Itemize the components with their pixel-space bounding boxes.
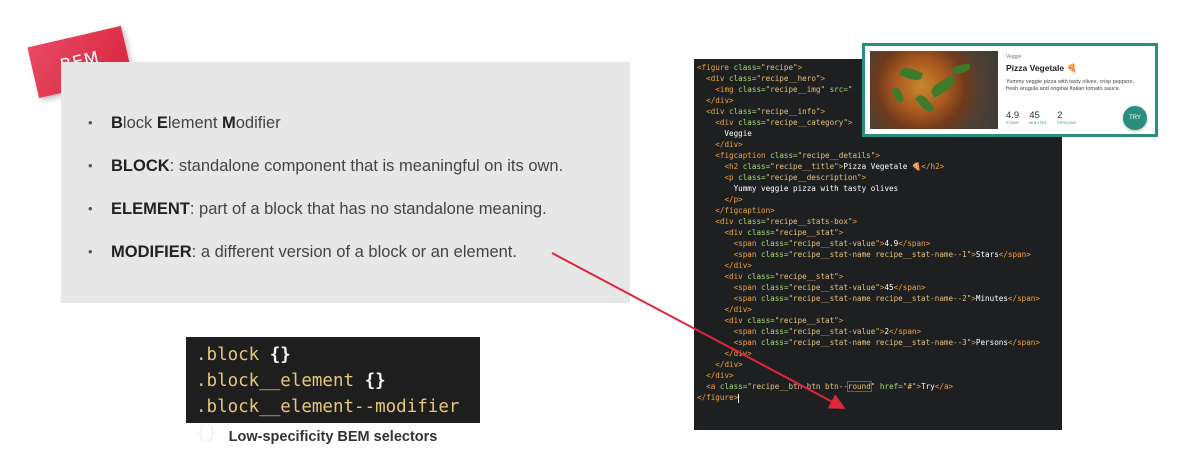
selectors-caption: Low-specificity BEM selectors xyxy=(228,429,438,445)
recipe-stats-box: 4.9 STARS 45 MINUTES 2 PERSONS xyxy=(1006,110,1077,126)
bem-definition-list: Block Element Modifier BLOCK: standalone… xyxy=(86,110,563,282)
recipe-stat: 45 MINUTES xyxy=(1029,110,1048,126)
recipe-title: Pizza Vegetale 🍕 xyxy=(1006,63,1078,73)
recipe-stat: 2 PERSONS xyxy=(1057,110,1077,126)
list-item: ELEMENT: part of a block that has no sta… xyxy=(86,196,563,222)
recipe-category: Veggie xyxy=(1006,54,1022,60)
recipe-description: Yummy veggie pizza with tasty olives, cr… xyxy=(1006,79,1135,92)
list-item: Block Element Modifier xyxy=(86,110,563,136)
selector-line: .block {} xyxy=(196,345,291,365)
recipe-card-preview: Veggie Pizza Vegetale 🍕 Yummy veggie piz… xyxy=(862,43,1158,137)
bem-selectors-code: .block {} .block__element {} .block__ele… xyxy=(186,337,480,443)
try-button[interactable]: TRY xyxy=(1123,106,1147,130)
selector-line: .block__element {} xyxy=(196,371,386,391)
list-item: BLOCK: standalone component that is mean… xyxy=(86,153,563,179)
list-item: MODIFIER: a different version of a block… xyxy=(86,239,563,265)
recipe-stat: 4.9 STARS xyxy=(1006,110,1020,126)
pizza-image xyxy=(870,51,998,129)
